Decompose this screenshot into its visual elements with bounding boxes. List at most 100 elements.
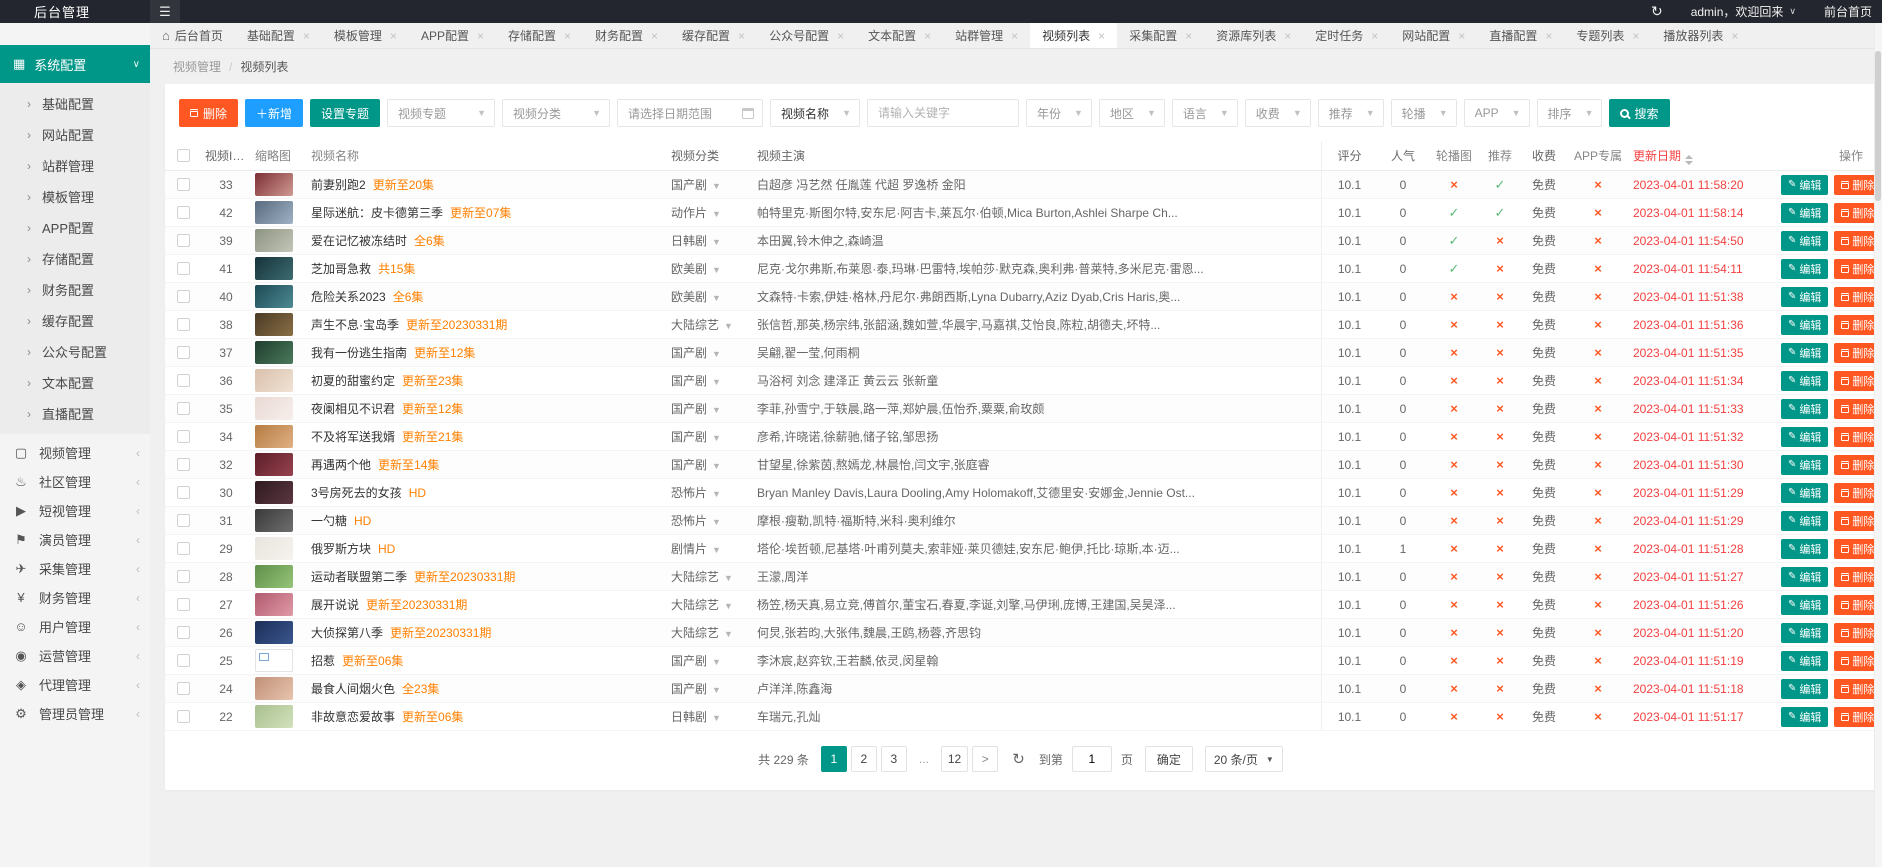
carousel-toggle[interactable]: ✓: [1449, 205, 1460, 220]
carousel-toggle[interactable]: ×: [1450, 317, 1458, 332]
filter-select[interactable]: 收费 ▼: [1245, 99, 1311, 127]
sidebar-subitem[interactable]: › 缓存配置: [0, 305, 150, 336]
category-select[interactable]: 国产剧▼: [667, 344, 753, 361]
recommend-toggle[interactable]: ×: [1496, 569, 1504, 584]
sidebar-group[interactable]: ◈ 代理管理 ‹: [0, 670, 150, 699]
close-icon[interactable]: ×: [837, 29, 844, 43]
carousel-toggle[interactable]: ×: [1450, 681, 1458, 696]
edit-button[interactable]: ✎编辑: [1781, 231, 1828, 251]
sidebar-subitem[interactable]: › 网站配置: [0, 119, 150, 150]
category-select[interactable]: 国产剧▼: [667, 456, 753, 473]
delete-button[interactable]: 删除: [1834, 483, 1876, 503]
app-exclusive-toggle[interactable]: ×: [1594, 177, 1602, 192]
category-select[interactable]: 大陆综艺▼: [667, 316, 753, 333]
sidebar-group[interactable]: ⚑ 演员管理 ‹: [0, 525, 150, 554]
delete-button[interactable]: 删除: [1834, 707, 1876, 727]
sidebar-subitem[interactable]: › 站群管理: [0, 150, 150, 181]
close-icon[interactable]: ×: [1458, 29, 1465, 43]
tab[interactable]: ⌂ 缓存配置 ×: [670, 23, 757, 48]
filter-select[interactable]: 地区 ▼: [1099, 99, 1165, 127]
tab[interactable]: ⌂ APP配置 ×: [409, 23, 496, 48]
header-update-date[interactable]: 更新日期: [1629, 147, 1777, 165]
edit-button[interactable]: ✎编辑: [1781, 343, 1828, 363]
sidebar-group[interactable]: ✈ 采集管理 ‹: [0, 554, 150, 583]
carousel-toggle[interactable]: ×: [1450, 373, 1458, 388]
category-select[interactable]: 恐怖片▼: [667, 512, 753, 529]
delete-button[interactable]: 删除: [1834, 371, 1876, 391]
row-checkbox[interactable]: [177, 402, 190, 415]
recommend-toggle[interactable]: ×: [1496, 457, 1504, 472]
close-icon[interactable]: ×: [1185, 29, 1192, 43]
edit-button[interactable]: ✎编辑: [1781, 707, 1828, 727]
delete-button[interactable]: 删除: [1834, 679, 1876, 699]
tab[interactable]: ⌂ 存储配置 ×: [496, 23, 583, 48]
edit-button[interactable]: ✎编辑: [1781, 539, 1828, 559]
app-exclusive-toggle[interactable]: ×: [1594, 457, 1602, 472]
delete-button[interactable]: 删除: [1834, 175, 1876, 195]
carousel-toggle[interactable]: ×: [1450, 653, 1458, 668]
goto-page-input[interactable]: [1072, 746, 1112, 772]
carousel-toggle[interactable]: ×: [1450, 401, 1458, 416]
category-select[interactable]: 欧美剧▼: [667, 288, 753, 305]
tab[interactable]: ⌂ 文本配置 ×: [856, 23, 943, 48]
app-exclusive-toggle[interactable]: ×: [1594, 429, 1602, 444]
carousel-toggle[interactable]: ×: [1450, 541, 1458, 556]
carousel-toggle[interactable]: ×: [1450, 513, 1458, 528]
app-exclusive-toggle[interactable]: ×: [1594, 653, 1602, 668]
recommend-toggle[interactable]: ×: [1496, 373, 1504, 388]
filter-select[interactable]: 年份 ▼: [1026, 99, 1092, 127]
recommend-toggle[interactable]: ×: [1496, 541, 1504, 556]
row-checkbox[interactable]: [177, 374, 190, 387]
sidebar-collapse-icon[interactable]: ☰: [150, 0, 180, 23]
close-icon[interactable]: ×: [1371, 29, 1378, 43]
app-exclusive-toggle[interactable]: ×: [1594, 401, 1602, 416]
carousel-toggle[interactable]: ×: [1450, 625, 1458, 640]
delete-button[interactable]: 删除: [1834, 539, 1876, 559]
filter-select[interactable]: 轮播 ▼: [1391, 99, 1457, 127]
close-icon[interactable]: ×: [924, 29, 931, 43]
video-topic-select[interactable]: 视频专题▼: [387, 99, 495, 127]
recommend-toggle[interactable]: ×: [1496, 401, 1504, 416]
category-select[interactable]: 大陆综艺▼: [667, 568, 753, 585]
select-all-checkbox[interactable]: [177, 149, 190, 162]
recommend-toggle[interactable]: ×: [1496, 261, 1504, 276]
breadcrumb-parent[interactable]: 视频管理: [173, 58, 221, 75]
close-icon[interactable]: ×: [390, 29, 397, 43]
confirm-button[interactable]: 确定: [1145, 746, 1193, 772]
edit-button[interactable]: ✎编辑: [1781, 651, 1828, 671]
tab[interactable]: ⌂ 播放器列表 ×: [1651, 23, 1750, 48]
app-exclusive-toggle[interactable]: ×: [1594, 261, 1602, 276]
sidebar-subitem[interactable]: › 模板管理: [0, 181, 150, 212]
vertical-scrollbar[interactable]: [1874, 23, 1882, 867]
delete-button[interactable]: 删除: [1834, 231, 1876, 251]
recommend-toggle[interactable]: ×: [1496, 653, 1504, 668]
date-range-input[interactable]: 请选择日期范围: [617, 99, 763, 127]
row-checkbox[interactable]: [177, 598, 190, 611]
sort-icon[interactable]: [1685, 155, 1693, 165]
search-button[interactable]: 搜索: [1609, 99, 1669, 127]
category-select[interactable]: 剧情片▼: [667, 540, 753, 557]
recommend-toggle[interactable]: ×: [1496, 317, 1504, 332]
delete-button[interactable]: 删除: [1834, 287, 1876, 307]
row-checkbox[interactable]: [177, 290, 190, 303]
app-exclusive-toggle[interactable]: ×: [1594, 569, 1602, 584]
sidebar-subitem[interactable]: › 基础配置: [0, 88, 150, 119]
edit-button[interactable]: ✎编辑: [1781, 511, 1828, 531]
tab[interactable]: ⌂ 直播配置 ×: [1477, 23, 1564, 48]
carousel-toggle[interactable]: ×: [1450, 345, 1458, 360]
close-icon[interactable]: ×: [1545, 29, 1552, 43]
carousel-toggle[interactable]: ×: [1450, 709, 1458, 724]
filter-select[interactable]: APP ▼: [1464, 99, 1530, 127]
video-category-select[interactable]: 视频分类▼: [502, 99, 610, 127]
carousel-toggle[interactable]: ×: [1450, 177, 1458, 192]
delete-button[interactable]: 删除: [1834, 203, 1876, 223]
row-checkbox[interactable]: [177, 514, 190, 527]
carousel-toggle[interactable]: ×: [1450, 485, 1458, 500]
sidebar-group[interactable]: ¥ 财务管理 ‹: [0, 583, 150, 612]
sidebar-subitem[interactable]: › 文本配置: [0, 367, 150, 398]
tab[interactable]: ⌂ 后台首页 ×: [150, 23, 235, 48]
row-checkbox[interactable]: [177, 234, 190, 247]
tab[interactable]: ⌂ 定时任务 ×: [1303, 23, 1390, 48]
row-checkbox[interactable]: [177, 206, 190, 219]
category-select[interactable]: 大陆综艺▼: [667, 624, 753, 641]
